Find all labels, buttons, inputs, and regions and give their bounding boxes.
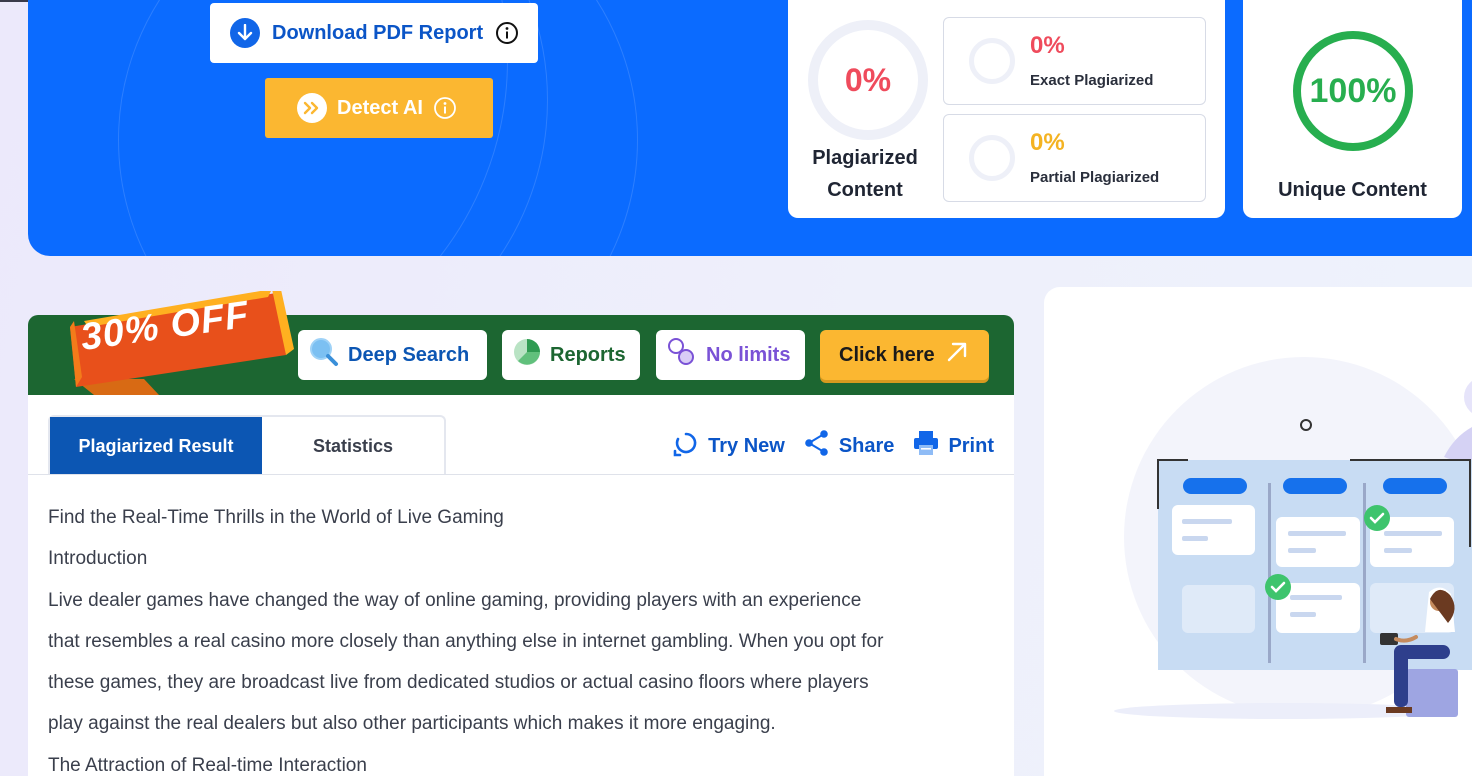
- result-actions: Try New Share Print: [672, 429, 994, 463]
- search-icon: [308, 336, 340, 374]
- partial-plagiarized-card: 0% Partial Plagiarized: [943, 114, 1206, 202]
- illustration-card: [1044, 287, 1472, 776]
- content-line: these games, they are broadcast live fro…: [48, 672, 869, 694]
- exact-plagiarized-card: 0% Exact Plagiarized: [943, 17, 1206, 105]
- results-tabs: Plagiarized Result Statistics: [48, 415, 446, 475]
- partial-plagiarized-percentage: 0%: [1030, 129, 1065, 156]
- print-label: Print: [948, 434, 994, 457]
- content-paragraph: Live dealer games have changed the way o…: [48, 580, 998, 745]
- detect-ai-label: Detect AI: [337, 96, 423, 119]
- printer-icon: [912, 429, 940, 463]
- exact-plagiarized-ring: [969, 38, 1015, 84]
- arrow-up-right-icon: [945, 340, 969, 370]
- tabs-divider: [28, 474, 1014, 475]
- download-arrow-icon: [230, 18, 260, 48]
- results-hero: Download PDF Report Detect AI 0% Plagiar…: [28, 0, 1472, 256]
- plagiarized-label-line1: Plagiarized: [812, 147, 918, 169]
- unique-percentage: 100%: [1309, 71, 1397, 110]
- refresh-icon: [672, 429, 700, 463]
- share-icon: [803, 429, 831, 463]
- deep-search-label: Deep Search: [348, 343, 470, 366]
- plagiarized-percentage: 0%: [844, 61, 892, 98]
- download-pdf-report-label: Download PDF Report: [272, 21, 484, 44]
- exact-plagiarized-percentage: 0%: [1030, 32, 1065, 59]
- detect-ai-button[interactable]: Detect AI: [265, 78, 493, 138]
- checked-text-content: Find the Real-Time Thrills in the World …: [48, 497, 998, 776]
- tab-plagiarized-result[interactable]: Plagiarized Result: [50, 417, 262, 475]
- reports-label: Reports: [550, 343, 626, 366]
- download-pdf-report-button[interactable]: Download PDF Report: [210, 3, 538, 63]
- content-heading: Find the Real-Time Thrills in the World …: [48, 507, 504, 528]
- unique-content-label: Unique Content: [1278, 179, 1427, 201]
- plagiarized-percentage-ring: 0%: [808, 20, 928, 140]
- promo-banner: 30% OFF Deep Search Reports No limits Cl…: [28, 291, 1014, 395]
- feature-reports[interactable]: Reports: [502, 330, 640, 380]
- pie-chart-icon: [512, 337, 542, 373]
- content-line: that resembles a real casino more closel…: [48, 630, 884, 652]
- infinity-icon: [666, 336, 698, 374]
- unique-percentage-ring: 100%: [1293, 31, 1413, 151]
- partial-plagiarized-label: Partial Plagiarized: [1030, 169, 1160, 186]
- share-label: Share: [838, 434, 895, 457]
- plagiarized-content-label: Plagiarized Content: [796, 142, 934, 206]
- plagiarism-summary-card: 0% Plagiarized Content 0% Exact Plagiari…: [788, 0, 1225, 218]
- kanban-board-illustration: [1114, 357, 1472, 719]
- feature-no-limits[interactable]: No limits: [656, 330, 805, 380]
- click-here-label: Click here: [839, 343, 935, 366]
- feature-deep-search[interactable]: Deep Search: [298, 330, 487, 380]
- content-subheading: Introduction: [48, 548, 148, 570]
- results-panel: Plagiarized Result Statistics Try New Sh…: [28, 395, 1014, 776]
- content-section-heading: The Attraction of Real-time Interaction: [48, 754, 367, 776]
- exact-plagiarized-label: Exact Plagiarized: [1030, 72, 1154, 89]
- double-chevron-icon: [297, 93, 327, 123]
- info-icon[interactable]: [495, 21, 519, 45]
- print-button[interactable]: Print: [912, 429, 994, 463]
- plagiarized-label-line2: Content: [827, 179, 903, 201]
- try-new-button[interactable]: Try New: [672, 429, 785, 463]
- no-limits-label: No limits: [706, 343, 791, 366]
- click-here-button[interactable]: Click here: [820, 330, 989, 380]
- content-line: play against the real dealers but also o…: [48, 713, 776, 735]
- share-button[interactable]: Share: [803, 429, 895, 463]
- try-new-label: Try New: [708, 434, 785, 457]
- info-icon[interactable]: [433, 96, 457, 120]
- partial-plagiarized-ring: [969, 135, 1015, 181]
- content-line: Live dealer games have changed the way o…: [48, 589, 862, 611]
- tab-statistics[interactable]: Statistics: [262, 417, 444, 475]
- unique-content-card: 100% Unique Content: [1243, 0, 1462, 218]
